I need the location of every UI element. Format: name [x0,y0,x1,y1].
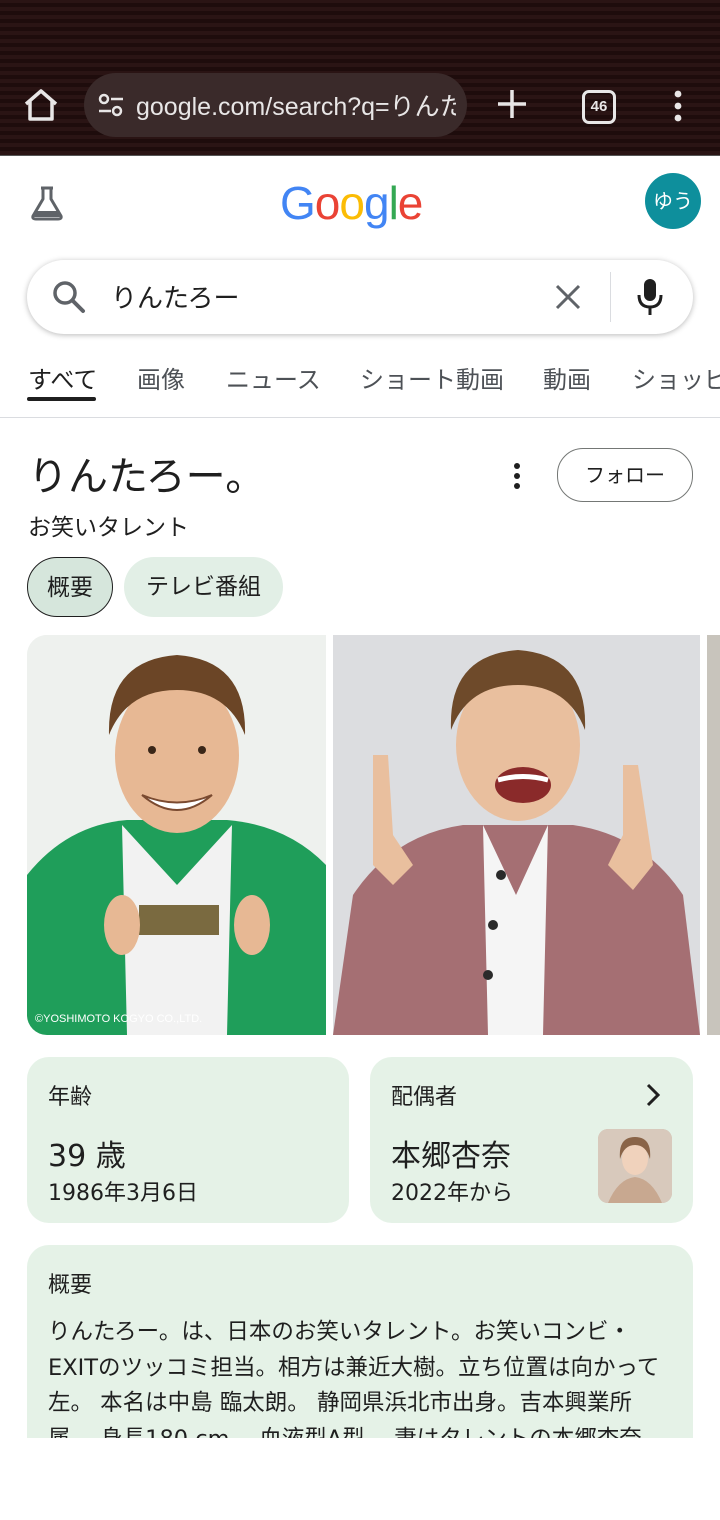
logo-letter: e [397,177,424,229]
home-icon[interactable] [20,84,62,126]
spouse-photo[interactable] [598,1129,672,1203]
entity-photo[interactable] [333,635,700,1035]
search-icon [53,281,85,313]
search-tabs: すべて 画像 ニュース ショート動画 動画 ショッピング [0,355,720,418]
overview-text: りんたろー。は、日本のお笑いタレント。お笑いコンビ・EXITのツッコミ担当。相方… [48,1319,664,1452]
active-tab-indicator [27,397,96,401]
spouse-since: 2022年から [391,1181,513,1206]
chevron-right-icon [646,1083,661,1107]
tab-all[interactable]: すべて [28,360,97,395]
photo-copyright: ©YOSHIMOTO KOGYO CO.,LTD. [35,1013,203,1025]
bottom-area [0,1438,720,1520]
logo-letter: G [280,177,316,229]
spouse-label: 配偶者 [391,1085,458,1110]
person-photo-pink-jacket [333,635,700,1035]
tab-videos[interactable]: 動画 [543,360,591,395]
more-vert-icon[interactable] [503,458,531,494]
search-box[interactable]: りんたろー [27,260,693,334]
spouse-name[interactable]: 本郷杏奈 [391,1131,511,1175]
chip-overview[interactable]: 概要 [27,557,113,617]
url-text[interactable]: google.com/search?q=りんたろー [136,87,456,123]
browser-toolbar: google.com/search?q=りんたろー 46 [0,0,720,156]
spouse-card[interactable]: 配偶者 本郷杏奈 2022年から [370,1057,693,1223]
site-settings-icon[interactable] [96,90,126,120]
follow-button[interactable]: フォロー [557,448,693,502]
more-vert-icon[interactable] [665,88,691,124]
divider [610,272,611,322]
logo-letter: g [363,177,390,229]
entity-title: りんたろー。 [28,454,266,500]
entity-subtitle: お笑いタレント [28,515,189,541]
overview-label: 概要 [48,1273,93,1298]
labs-flask-icon[interactable] [28,184,66,222]
google-logo[interactable]: Google [280,176,424,230]
logo-letter: l [388,177,399,229]
tab-news[interactable]: ニュース [226,360,321,395]
entity-photo[interactable]: ©YOSHIMOTO KOGYO CO.,LTD. [27,635,326,1035]
entity-photo[interactable] [707,635,720,1035]
tab-shopping[interactable]: ショッピング [632,360,720,395]
account-avatar[interactable]: ゆう [645,173,701,229]
chip-tv-programs[interactable]: テレビ番組 [124,557,283,617]
person-photo-green-jacket [27,635,326,1035]
logo-letter: o [339,177,365,229]
search-input[interactable]: りんたろー [111,278,239,315]
age-value: 39 歳 [48,1139,126,1174]
address-bar[interactable]: google.com/search?q=りんたろー [84,73,467,137]
birth-date: 1986年3月6日 [48,1181,198,1206]
age-card: 年齢 39 歳 1986年3月6日 [27,1057,349,1223]
new-tab-icon[interactable] [494,86,530,122]
tab-switcher-button[interactable]: 46 [582,90,616,124]
tab-short-videos[interactable]: ショート動画 [360,360,504,395]
close-icon[interactable] [553,282,583,312]
microphone-icon[interactable] [635,277,665,317]
logo-letter: o [314,177,341,229]
tab-images[interactable]: 画像 [137,360,185,395]
age-label: 年齢 [48,1085,93,1110]
spouse-thumbnail-image [598,1129,672,1203]
